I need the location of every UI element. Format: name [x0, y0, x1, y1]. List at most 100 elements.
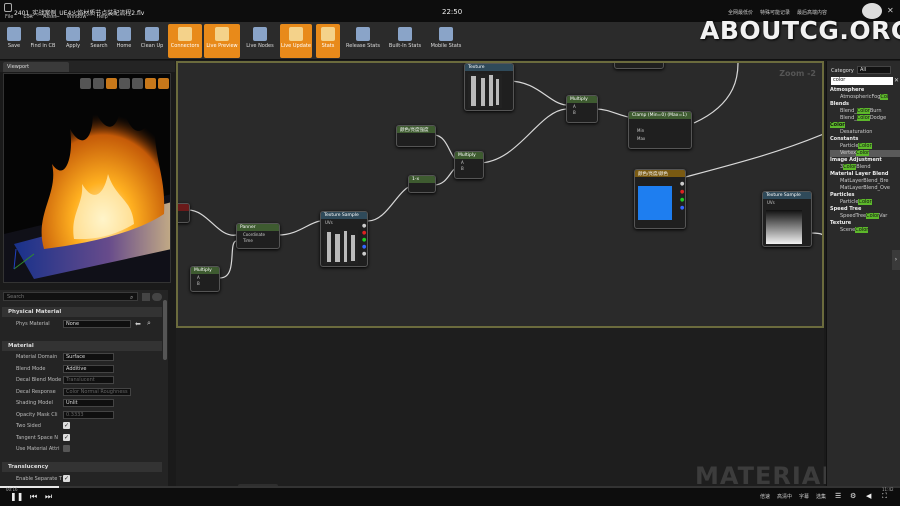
node-texture-sample-right[interactable]: Texture Sample UVs: [762, 191, 812, 247]
viewport-sphere-icon[interactable]: [93, 78, 104, 89]
row-value-dropdown[interactable]: Additive: [63, 364, 114, 373]
speed-option[interactable]: 倍速: [760, 493, 770, 500]
palette-item[interactable]: Blend_ColorBurn: [830, 108, 900, 115]
row-checkbox[interactable]: ✓: [63, 475, 70, 482]
find-in-cb-button[interactable]: Find in CB: [28, 24, 58, 58]
node-multiply-mid[interactable]: Multiply AB: [454, 151, 484, 179]
palette-item[interactable]: SceneColor: [830, 227, 900, 234]
preview-viewport[interactable]: [3, 73, 171, 283]
palette-category[interactable]: Texture: [830, 220, 900, 227]
palette-category[interactable]: Particles: [830, 192, 900, 199]
node-multiply-low[interactable]: Multiply AB: [190, 266, 220, 292]
palette-category[interactable]: Blends: [830, 101, 900, 108]
viewport-cylinder-icon[interactable]: [80, 78, 91, 89]
palette-item[interactable]: AtmosphericFogCol: [830, 94, 900, 101]
mobile-stats-button[interactable]: Mobile Stats: [428, 24, 464, 58]
search-button[interactable]: Search: [88, 24, 110, 58]
tab-viewport[interactable]: Viewport: [3, 62, 69, 72]
stats-button[interactable]: Stats: [316, 24, 340, 58]
menu-edit[interactable]: Edit: [23, 14, 33, 20]
menu-help[interactable]: Help: [96, 14, 107, 20]
palette-search-input[interactable]: color: [831, 77, 893, 85]
viewport-mesh-icon[interactable]: [132, 78, 143, 89]
clean-up-button[interactable]: Clean Up: [138, 24, 166, 58]
release-stats-button[interactable]: Release Stats: [344, 24, 382, 58]
viewport-plane-icon[interactable]: [106, 78, 117, 89]
node-panner[interactable]: Panner Coordinate Time: [236, 223, 280, 249]
apply-button[interactable]: Apply: [62, 24, 84, 58]
volume-icon[interactable]: ◀: [866, 492, 871, 500]
subtitle-option[interactable]: 字幕: [799, 493, 809, 500]
section-translucency[interactable]: Translucency: [2, 462, 162, 472]
row-value-dropdown[interactable]: Translucent: [63, 376, 114, 384]
view-options-icon[interactable]: [142, 293, 150, 301]
palette-item[interactable]: MatLayerBlend_Ove: [830, 185, 900, 192]
live-nodes-button[interactable]: Live Nodes: [244, 24, 276, 58]
phys-material-dropdown[interactable]: None: [63, 320, 131, 328]
palette-category[interactable]: Color: [830, 122, 900, 129]
menu-window[interactable]: Window: [67, 14, 87, 20]
top-link-1[interactable]: 全网最低价: [728, 9, 753, 16]
palette-category[interactable]: Material Layer Blend: [830, 171, 900, 178]
section-physical-material[interactable]: Physical Material: [2, 307, 162, 317]
node-texture-sample[interactable]: Texture Sample UVs ● ● ● ● ●: [320, 211, 368, 267]
palette-item[interactable]: 3ColorBlend: [830, 164, 900, 171]
top-link-3[interactable]: 最后高端内容: [797, 9, 827, 16]
row-value-dropdown[interactable]: Unlit: [63, 399, 114, 407]
menu-file[interactable]: File: [5, 14, 13, 20]
node-multiply-top[interactable]: Multiply AB: [566, 95, 598, 123]
row-value-dropdown[interactable]: Color Normal Roughness: [63, 387, 131, 396]
playlist-icon[interactable]: ☰: [835, 492, 841, 500]
close-icon[interactable]: ✕: [887, 6, 894, 15]
live-update-button[interactable]: Live Update: [280, 24, 312, 58]
palette-item[interactable]: SpeedTreeColorVar: [830, 213, 900, 220]
palette-item[interactable]: VertexColor: [830, 150, 900, 157]
fullscreen-icon[interactable]: ⛶: [882, 492, 887, 501]
details-scrollbar[interactable]: [163, 300, 167, 360]
node-one-minus[interactable]: 1-x: [408, 175, 436, 193]
palette-item[interactable]: Blend_ColorDodge: [830, 115, 900, 122]
row-value-dropdown[interactable]: Surface: [63, 353, 114, 361]
top-link-2[interactable]: 特殊可能记录: [760, 9, 790, 16]
section-material[interactable]: Material: [2, 341, 162, 351]
palette-category[interactable]: Image Adjustment: [830, 157, 900, 164]
quality-option[interactable]: 高清中: [777, 493, 792, 500]
settings-icon[interactable]: ⚙: [850, 492, 856, 500]
viewport-grid-icon[interactable]: [145, 78, 156, 89]
palette-category[interactable]: Atmosphere: [830, 87, 900, 94]
built-in-stats-button[interactable]: Built-In Stats: [386, 24, 424, 58]
material-graph[interactable]: Multiply AB Panner Coordinate Time Textur…: [176, 61, 824, 328]
node-clamp[interactable]: Clamp (Min=0) (Max=1) Min Max: [628, 111, 692, 149]
row-checkbox[interactable]: [63, 445, 70, 452]
row-value-dropdown[interactable]: 0.3333: [63, 410, 114, 419]
details-search-input[interactable]: Search: [3, 292, 138, 301]
use-asset-arrow-icon[interactable]: ⬅: [135, 320, 141, 328]
node-offscreen-left[interactable]: [178, 203, 190, 223]
browse-icon[interactable]: ⌕: [147, 319, 151, 328]
node-scalar-param[interactable]: 颜色/亮度强度: [396, 125, 436, 147]
menu-asset[interactable]: Asset: [43, 14, 57, 20]
palette-item[interactable]: Desaturation: [830, 129, 900, 136]
episodes-option[interactable]: 选集: [816, 493, 826, 500]
node-offscreen-top[interactable]: [614, 63, 664, 69]
node-texture-top[interactable]: Texture: [464, 63, 514, 111]
progress-bar[interactable]: [0, 486, 900, 488]
palette-category-dropdown[interactable]: All: [857, 66, 891, 74]
eye-icon[interactable]: [152, 293, 162, 301]
pause-icon[interactable]: ❚❚: [10, 492, 23, 501]
palette-category[interactable]: Speed Tree: [830, 206, 900, 213]
palette-item[interactable]: MatLayerBlend_Bre: [830, 178, 900, 185]
row-checkbox[interactable]: ✓: [63, 433, 70, 441]
save-button[interactable]: Save: [4, 24, 24, 58]
live-preview-button[interactable]: Live Preview: [204, 24, 240, 58]
previous-icon[interactable]: ⏮: [30, 492, 37, 502]
chevron-right-icon[interactable]: ›: [892, 250, 900, 270]
row-checkbox[interactable]: ✓: [63, 422, 70, 429]
palette-item[interactable]: ParticleColor: [830, 199, 900, 206]
palette-category[interactable]: Constants: [830, 136, 900, 143]
viewport-realtime-icon[interactable]: [158, 78, 169, 89]
connectors-button[interactable]: Connectors: [168, 24, 202, 58]
clear-search-icon[interactable]: ✕: [894, 77, 899, 84]
home-button[interactable]: Home: [114, 24, 134, 58]
viewport-cube-icon[interactable]: [119, 78, 130, 89]
